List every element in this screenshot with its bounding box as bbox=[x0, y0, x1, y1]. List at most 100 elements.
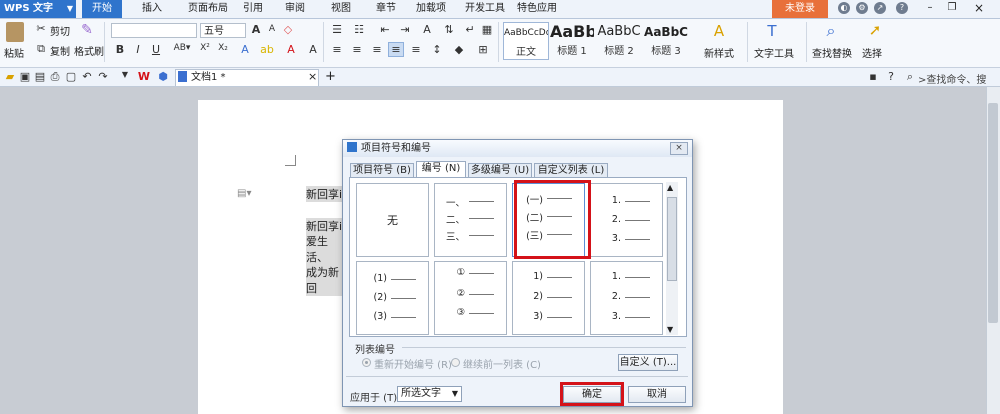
copy-icon[interactable]: ⧉ bbox=[34, 42, 48, 56]
chinese-layout-icon[interactable]: A bbox=[420, 23, 434, 36]
document-text-line[interactable]: 新回享i bbox=[306, 218, 344, 234]
numbering-option-none[interactable]: 无 bbox=[356, 183, 429, 257]
document-text-line[interactable]: 爱生活、 bbox=[306, 233, 344, 265]
align-left-icon[interactable]: ≡ bbox=[330, 43, 344, 56]
help-circle-icon[interactable]: ? bbox=[884, 70, 898, 83]
scrollbar-thumb[interactable] bbox=[988, 103, 998, 323]
bullets-icon[interactable]: ☰ bbox=[330, 23, 344, 36]
quick-access-dropdown-icon[interactable]: ▼ bbox=[118, 70, 132, 79]
text-effect-icon[interactable]: A bbox=[238, 43, 252, 56]
style-heading-1[interactable]: AaBb 标题 1 bbox=[550, 22, 594, 58]
underline-icon[interactable]: U bbox=[149, 43, 163, 56]
menu-insert[interactable]: 插入 bbox=[134, 0, 170, 18]
settings-icon[interactable]: ⚙ bbox=[856, 2, 868, 14]
superscript-icon[interactable]: X² bbox=[198, 43, 212, 53]
char-shading-icon[interactable]: A bbox=[306, 43, 320, 56]
customize-button[interactable]: 自定义 (T)... bbox=[618, 354, 678, 371]
style-heading-2[interactable]: AaBbC 标题 2 bbox=[597, 22, 641, 58]
menu-section[interactable]: 章节 bbox=[371, 0, 401, 18]
gallery-scroll-thumb[interactable] bbox=[667, 197, 677, 281]
style-heading-3[interactable]: AaBbC 标题 3 bbox=[644, 22, 688, 58]
numbering-option-arabic-dot[interactable]: 1. 2. 3. bbox=[590, 183, 663, 257]
cloud-icon[interactable]: ⬢ bbox=[156, 70, 170, 83]
italic-icon[interactable]: I bbox=[131, 43, 145, 56]
numbering-option-arabic-paren[interactable]: 1) 2) 3) bbox=[512, 261, 585, 335]
login-button[interactable]: 未登录 bbox=[772, 0, 828, 18]
continue-list-radio[interactable] bbox=[451, 358, 460, 367]
tab-multilevel[interactable]: 多级编号 (U) bbox=[468, 163, 532, 177]
align-right-icon[interactable]: ≡ bbox=[370, 43, 384, 56]
tab-bullets[interactable]: 项目符号 (B) bbox=[350, 163, 414, 177]
brush-icon[interactable]: ✎ bbox=[80, 22, 94, 38]
show-marks-icon[interactable]: ↵ bbox=[463, 23, 477, 36]
cut-label[interactable]: 剪切 bbox=[50, 23, 70, 38]
menu-references[interactable]: 引用 bbox=[238, 0, 268, 18]
shading-icon[interactable]: ◆ bbox=[452, 43, 466, 56]
scissors-icon[interactable]: ✂ bbox=[34, 22, 48, 35]
feedback-icon[interactable]: ▪ bbox=[866, 70, 880, 83]
menu-addins[interactable]: 加载项 bbox=[411, 0, 451, 18]
font-name-input[interactable] bbox=[111, 23, 197, 38]
numbering-option-paren-arabic[interactable]: (1) (2) (3) bbox=[356, 261, 429, 335]
new-style-label[interactable]: 新样式 bbox=[704, 45, 734, 60]
tab-custom-list[interactable]: 自定义列表 (L) bbox=[534, 163, 608, 177]
find-replace-icon[interactable]: ⌕ bbox=[824, 21, 838, 41]
document-text-line[interactable]: 新回享i bbox=[306, 186, 344, 202]
restart-numbering-radio[interactable] bbox=[362, 358, 371, 367]
copy-label[interactable]: 复制 bbox=[50, 43, 70, 58]
paragraph-menu-icon[interactable]: ▤▾ bbox=[237, 188, 251, 199]
highlight-icon[interactable]: ab bbox=[260, 43, 274, 56]
text-tools-label[interactable]: 文字工具 bbox=[754, 45, 794, 60]
help-icon[interactable]: ? bbox=[896, 2, 908, 14]
decrease-indent-icon[interactable]: ⇤ bbox=[378, 23, 392, 36]
find-replace-label[interactable]: 查找替换 bbox=[812, 45, 852, 60]
line-spacing-icon[interactable]: ↕ bbox=[430, 43, 444, 56]
print-icon[interactable]: ⎙ bbox=[48, 70, 62, 84]
shrink-font-icon[interactable]: A bbox=[265, 24, 279, 34]
font-size-select[interactable]: 五号 bbox=[200, 23, 246, 38]
borders-icon[interactable]: ⊞ bbox=[476, 43, 490, 56]
menu-view[interactable]: 视图 bbox=[326, 0, 356, 18]
distributed-icon[interactable]: ≡ bbox=[409, 43, 423, 56]
new-tab-icon[interactable]: + bbox=[325, 69, 336, 84]
restore-icon[interactable]: ❐ bbox=[946, 2, 958, 14]
search-icon[interactable]: ⌕ bbox=[903, 70, 917, 84]
restart-numbering-label[interactable]: 重新开始编号 (R) bbox=[374, 356, 452, 371]
select-label[interactable]: 选择 bbox=[862, 45, 882, 60]
style-normal[interactable]: AaBbCcDd 正文 bbox=[503, 22, 549, 60]
select-cursor-icon[interactable]: ➚ bbox=[868, 21, 882, 39]
open-folder-icon[interactable]: ▰ bbox=[3, 70, 17, 83]
continue-list-label[interactable]: 继续前一列表 (C) bbox=[463, 356, 541, 371]
wps-logo-icon[interactable]: W bbox=[137, 70, 151, 83]
document-text-line[interactable]: 成为新回 bbox=[306, 264, 344, 296]
app-menu-button[interactable]: WPS 文字 ▼ bbox=[0, 0, 76, 18]
close-tab-icon[interactable]: × bbox=[308, 70, 317, 83]
menu-page-layout[interactable]: 页面布局 bbox=[180, 0, 236, 18]
bold-icon[interactable]: B bbox=[113, 43, 127, 56]
dialog-title-bar[interactable]: 项目符号和编号 bbox=[343, 140, 692, 157]
justify-icon[interactable]: ≡ bbox=[388, 42, 404, 57]
redo-icon[interactable]: ↷ bbox=[96, 70, 110, 83]
scroll-up-icon[interactable]: ▲ bbox=[667, 183, 673, 192]
dialog-close-button[interactable]: × bbox=[670, 142, 688, 155]
sort-icon[interactable]: ⇅ bbox=[442, 23, 456, 36]
apply-to-select[interactable]: 所选文字 ▼ bbox=[397, 386, 462, 402]
undo-icon[interactable]: ↶ bbox=[80, 70, 94, 83]
table-icon[interactable]: ▦ bbox=[480, 23, 494, 36]
scroll-down-icon[interactable]: ▼ bbox=[667, 325, 673, 334]
print-preview-icon[interactable]: ▢ bbox=[64, 70, 78, 83]
align-center-icon[interactable]: ≡ bbox=[350, 43, 364, 56]
share-icon[interactable]: ↗ bbox=[874, 2, 886, 14]
strikethrough-icon[interactable]: AB▾ bbox=[171, 43, 193, 53]
close-window-icon[interactable]: × bbox=[972, 1, 986, 15]
paste-icon[interactable] bbox=[6, 22, 24, 42]
increase-indent-icon[interactable]: ⇥ bbox=[398, 23, 412, 36]
export-pdf-icon[interactable]: ▤ bbox=[33, 70, 47, 83]
menu-developer[interactable]: 开发工具 bbox=[459, 0, 511, 18]
new-style-icon[interactable]: A bbox=[712, 22, 726, 40]
numbering-icon[interactable]: ☷ bbox=[352, 23, 366, 36]
format-painter-label[interactable]: 格式刷 bbox=[74, 43, 104, 58]
grow-font-icon[interactable]: A bbox=[249, 23, 263, 36]
numbering-option-chinese[interactable]: 一、 二、 三、 bbox=[434, 183, 507, 257]
document-tab[interactable]: 文档1 * bbox=[175, 69, 319, 86]
